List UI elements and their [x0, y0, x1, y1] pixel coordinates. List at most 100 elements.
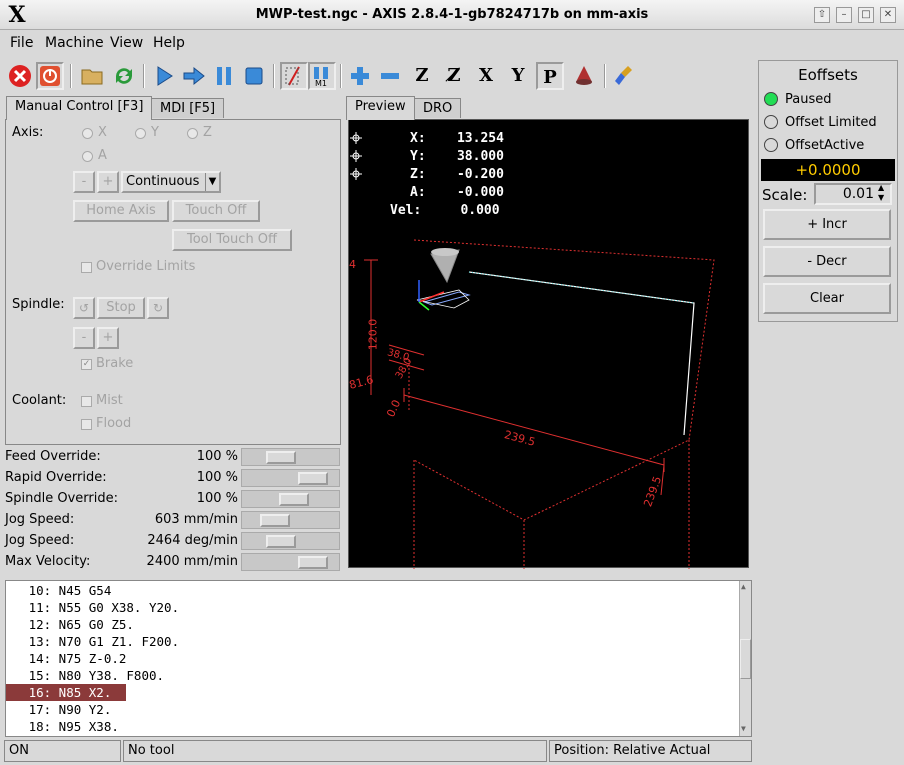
- gcode-line[interactable]: 13: N70 G1 Z1. F200.: [6, 633, 740, 650]
- scroll-thumb[interactable]: [740, 639, 751, 679]
- axis-a-radio[interactable]: [82, 151, 93, 162]
- axis-x-radio[interactable]: [82, 128, 93, 139]
- tab-mdi[interactable]: MDI [F5]: [151, 98, 225, 118]
- axis-z-radio[interactable]: [187, 128, 198, 139]
- jog-speed-angular-value: 2464 deg/min: [147, 533, 238, 548]
- max-velocity-slider[interactable]: [241, 553, 340, 571]
- spindle-override-label: Spindle Override:: [5, 491, 118, 506]
- gcode-line[interactable]: 17: N90 Y2.: [6, 701, 740, 718]
- gcode-listing[interactable]: 10: N45 G54 11: N55 G0 X38. Y20. 12: N65…: [5, 580, 752, 737]
- block-delete-icon[interactable]: [280, 62, 308, 90]
- menu-machine[interactable]: Machine: [45, 35, 104, 51]
- flood-label: Flood: [96, 416, 132, 431]
- preview-canvas[interactable]: X: 13.254 Y: 38.000 Z: -0.200 A: -0.000 …: [348, 119, 749, 569]
- home-axis-button[interactable]: Home Axis: [73, 200, 169, 222]
- optional-stop-icon[interactable]: M1: [308, 62, 336, 90]
- window-title: MWP-test.ngc - AXIS 2.8.4-1-gb7824717b o…: [255, 7, 649, 22]
- estop-icon[interactable]: [6, 62, 34, 90]
- slider-thumb[interactable]: [298, 472, 328, 485]
- slider-thumb[interactable]: [298, 556, 328, 569]
- spindle-ccw-icon[interactable]: ↺: [73, 297, 95, 319]
- power-icon[interactable]: [36, 62, 64, 90]
- brake-checkbox[interactable]: ✓: [81, 359, 92, 370]
- view-y-icon[interactable]: Y: [504, 62, 532, 90]
- rapid-override-slider[interactable]: [241, 469, 340, 487]
- reload-icon[interactable]: [110, 62, 138, 90]
- gcode-line[interactable]: 10: N45 G54: [6, 582, 740, 599]
- clear-backplot-icon[interactable]: [612, 62, 640, 90]
- dro-z: Z: -0.200: [410, 167, 504, 182]
- flood-checkbox[interactable]: [81, 419, 92, 430]
- jog-minus-button[interactable]: -: [73, 171, 95, 193]
- mist-checkbox[interactable]: [81, 396, 92, 407]
- feed-override-label: Feed Override:: [5, 449, 101, 464]
- jog-mode-value: Continuous: [126, 174, 200, 189]
- spindle-minus-button[interactable]: -: [73, 327, 95, 349]
- shade-window-icon[interactable]: ⇧: [814, 7, 830, 23]
- gcode-line[interactable]: 12: N65 G0 Z5.: [6, 616, 740, 633]
- scroll-down-icon[interactable]: ▼: [741, 724, 746, 733]
- status-position-mode: Position: Relative Actual: [549, 740, 752, 762]
- decr-button[interactable]: - Decr: [763, 246, 891, 277]
- tab-preview[interactable]: Preview: [346, 96, 415, 120]
- spindle-label: Spindle:: [12, 297, 65, 312]
- axis-y-radio[interactable]: [135, 128, 146, 139]
- slider-thumb[interactable]: [279, 493, 309, 506]
- jog-plus-button[interactable]: +: [97, 171, 119, 193]
- gcode-line[interactable]: 14: N75 Z-0.2: [6, 650, 740, 667]
- gcode-line[interactable]: 18: N95 X38.: [6, 718, 740, 735]
- gcode-line[interactable]: 11: N55 G0 X38. Y20.: [6, 599, 740, 616]
- jog-speed-angular-slider[interactable]: [241, 532, 340, 550]
- offset-active-led-icon: [764, 138, 778, 152]
- svg-text:M1: M1: [315, 79, 327, 87]
- view-z-icon[interactable]: Z: [408, 62, 436, 90]
- tool-touch-off-button[interactable]: Tool Touch Off: [172, 229, 292, 251]
- clear-button[interactable]: Clear: [763, 283, 891, 314]
- scale-label: Scale:: [762, 186, 808, 204]
- slider-thumb[interactable]: [266, 451, 296, 464]
- touch-off-button[interactable]: Touch Off: [172, 200, 260, 222]
- view-x-icon[interactable]: X: [472, 62, 500, 90]
- minimize-window-icon[interactable]: –: [836, 7, 852, 23]
- spindle-plus-button[interactable]: +: [97, 327, 119, 349]
- close-window-icon[interactable]: ✕: [880, 7, 896, 23]
- spindle-stop-button[interactable]: Stop: [97, 297, 145, 319]
- stop-icon[interactable]: [240, 62, 268, 90]
- spin-up-icon[interactable]: ▲: [878, 183, 884, 192]
- tab-dro[interactable]: DRO: [414, 98, 462, 118]
- rapid-override-label: Rapid Override:: [5, 470, 107, 485]
- step-icon[interactable]: [180, 62, 208, 90]
- scale-spinbox[interactable]: 0.01 ▲ ▼: [814, 183, 892, 205]
- spindle-override-slider[interactable]: [241, 490, 340, 508]
- spindle-cw-icon[interactable]: ↻: [147, 297, 169, 319]
- jog-mode-select[interactable]: Continuous ▼: [121, 171, 221, 193]
- gcode-line-current[interactable]: 16: N85 X2.: [6, 684, 126, 701]
- gcode-scrollbar[interactable]: ▲ ▼: [739, 581, 751, 736]
- zoom-in-icon[interactable]: [346, 62, 374, 90]
- maximize-window-icon[interactable]: □: [858, 7, 874, 23]
- overrides-panel: Feed Override: 100 % Rapid Override: 100…: [0, 448, 343, 574]
- jog-speed-slider[interactable]: [241, 511, 340, 529]
- spin-down-icon[interactable]: ▼: [878, 193, 884, 202]
- override-limits-checkbox[interactable]: [81, 262, 92, 273]
- open-file-icon[interactable]: [78, 62, 106, 90]
- pause-icon[interactable]: [210, 62, 238, 90]
- scroll-up-icon[interactable]: ▲: [741, 582, 746, 591]
- spindle-override-value: 100 %: [196, 491, 238, 506]
- menu-help[interactable]: Help: [153, 35, 185, 51]
- eoffsets-title: Eoffsets: [798, 66, 858, 84]
- run-icon[interactable]: [150, 62, 178, 90]
- gcode-line[interactable]: 15: N80 Y38. F800.: [6, 667, 740, 684]
- zoom-out-icon[interactable]: [376, 62, 404, 90]
- menu-file[interactable]: File: [10, 35, 33, 51]
- slider-thumb[interactable]: [260, 514, 290, 527]
- incr-button[interactable]: + Incr: [763, 209, 891, 240]
- dro-x: X: 13.254: [410, 131, 504, 146]
- menu-view[interactable]: View: [110, 35, 143, 51]
- tab-manual-control[interactable]: Manual Control [F3]: [6, 96, 153, 120]
- toggle-tool-icon[interactable]: [570, 62, 598, 90]
- view-z2-icon[interactable]: Z̸: [440, 62, 468, 90]
- feed-override-slider[interactable]: [241, 448, 340, 466]
- view-p-icon[interactable]: P: [536, 62, 564, 90]
- slider-thumb[interactable]: [266, 535, 296, 548]
